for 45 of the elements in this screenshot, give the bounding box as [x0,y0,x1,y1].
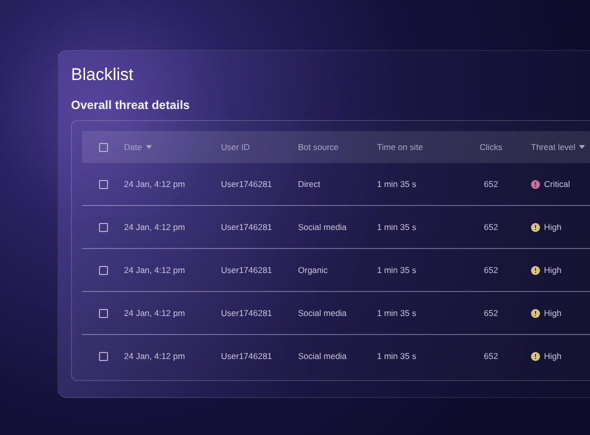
checkbox[interactable] [98,308,108,318]
column-header: Time on site [377,142,423,152]
caret-icon [146,145,152,149]
checkbox[interactable] [98,142,108,152]
table-cell: User1746281 [221,265,272,275]
table-cell: Social media [298,308,347,318]
table-cell: 24 Jan, 4:12 pm [124,265,185,275]
checkbox[interactable] [98,266,108,274]
table-cell: 24 Jan, 4:12 pm [124,308,185,318]
table-cell: 24 Jan, 4:12 pm [124,222,185,232]
checkbox[interactable] [98,180,108,188]
table-cell: 652 [484,265,498,275]
caret-icon [579,145,586,149]
table-cell: 24 Jan, 4:12 pm [124,351,185,361]
table-cell: Social media [298,351,347,361]
table-cell: 1 min 35 s [377,351,416,361]
threat-label: High [544,351,562,361]
checkbox[interactable] [98,352,108,360]
checkbox[interactable] [98,222,108,232]
sort-header[interactable]: Threat level [531,142,586,152]
threat-label: High [544,308,562,318]
table-cell: 652 [484,351,498,361]
table-cell: 1 min 35 s [377,179,416,189]
threat-label: Critical [544,179,570,189]
table-cell: User1746281 [221,351,272,361]
column-header: User ID [221,142,250,152]
table-cell: Organic [298,265,328,275]
column-header: Clicks [480,142,502,152]
table-cell: 652 [484,222,498,232]
table-cell: Direct [298,179,320,189]
table-cell: User1746281 [221,179,272,189]
table-cell: 652 [484,308,498,318]
table-cell: 1 min 35 s [377,308,416,318]
threat-label: High [544,222,562,232]
page-title: Blacklist [71,65,134,85]
threat-label: High [544,265,562,275]
table-cell: 1 min 35 s [377,265,416,275]
table-cell: 652 [484,179,498,189]
table-cell: User1746281 [221,222,272,232]
table-cell: 1 min 35 s [377,222,416,232]
table-cell: 24 Jan, 4:12 pm [124,179,185,189]
table-cell: User1746281 [221,308,272,318]
table-cell: Social media [298,222,347,232]
section-title: Overall threat details [71,98,191,112]
column-header: Bot source [298,142,339,152]
